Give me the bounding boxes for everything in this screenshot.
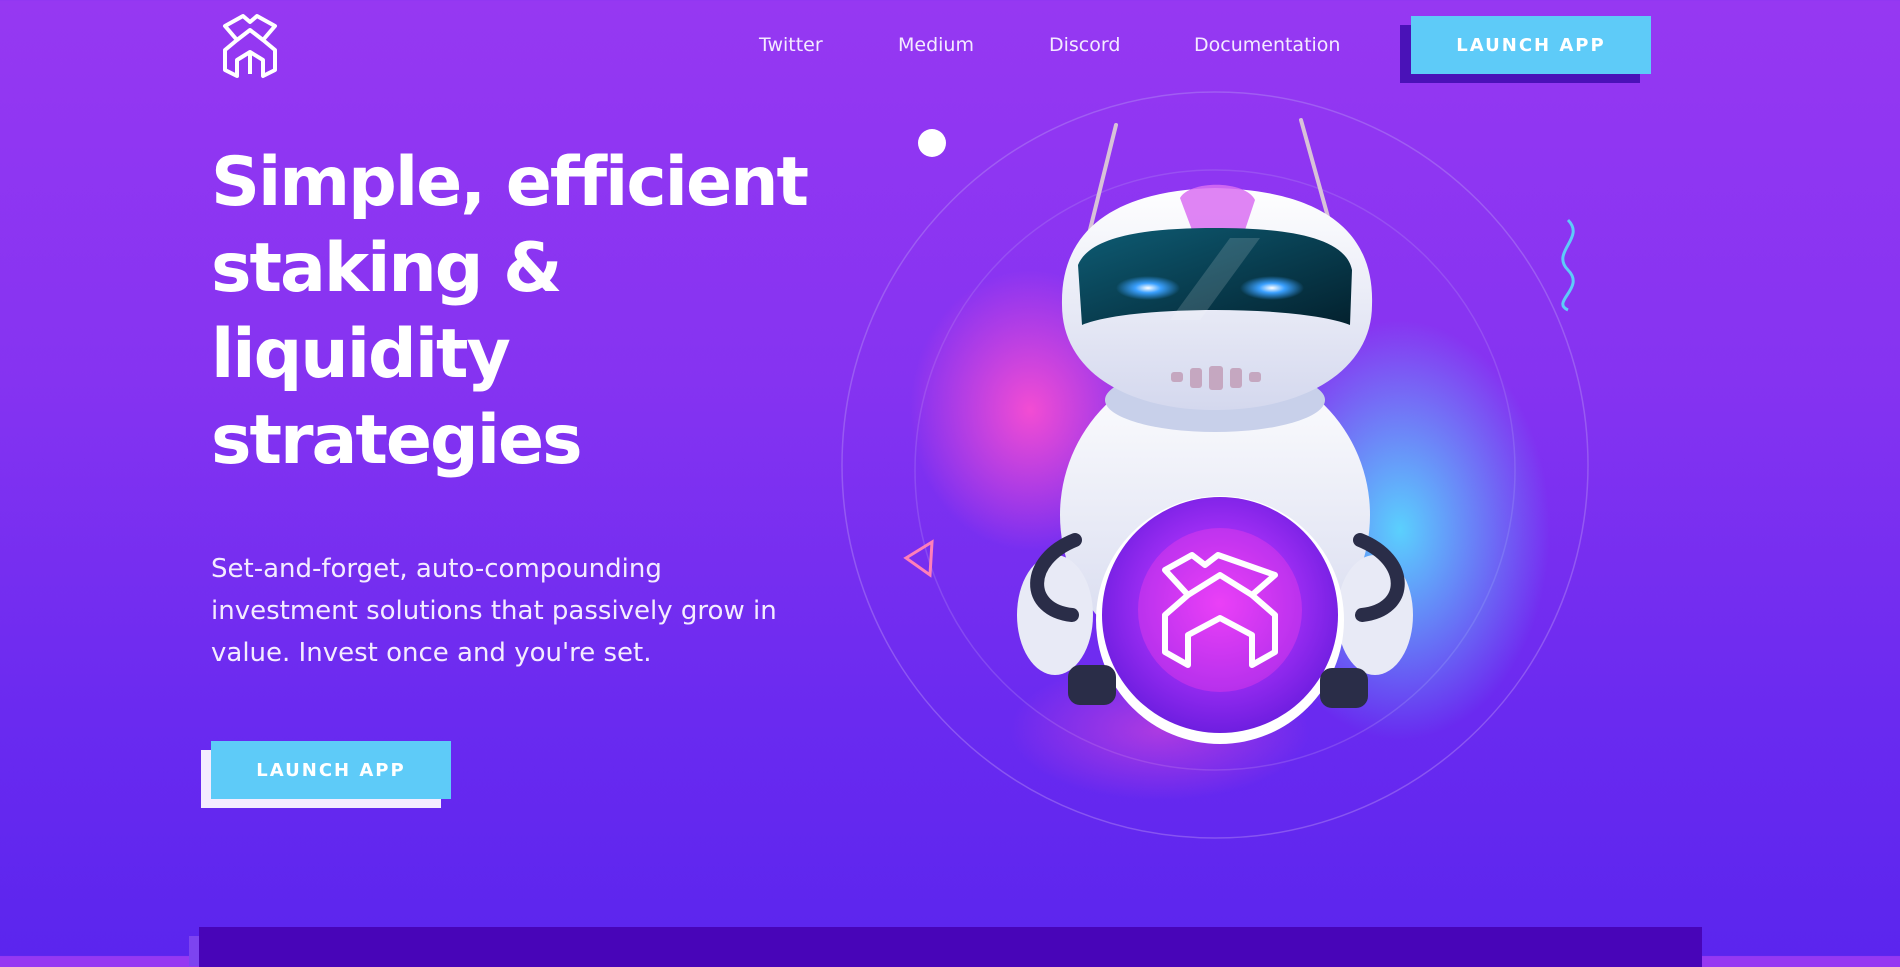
- hero-subtitle: Set-and-forget, auto-compounding investm…: [211, 554, 777, 668]
- hero-launch-app-button[interactable]: LAUNCH APP: [211, 741, 451, 799]
- hero-title: Simple, efficient staking & liquidity st…: [211, 143, 809, 480]
- nav-link-twitter[interactable]: Twitter: [759, 34, 823, 56]
- hero-launch-app: LAUNCH APP: [201, 741, 451, 808]
- bottom-panel-accent: [189, 936, 199, 966]
- robot-eye-right: [1240, 276, 1304, 300]
- nav-link-medium[interactable]: Medium: [898, 34, 974, 56]
- nav-link-discord[interactable]: Discord: [1049, 34, 1120, 56]
- robot-illustration: [760, 70, 1660, 890]
- robot-claw-right: [1320, 668, 1368, 708]
- robot-claw-left: [1068, 665, 1116, 705]
- nav-link-documentation[interactable]: Documentation: [1194, 34, 1340, 56]
- robot-eye-left: [1116, 276, 1180, 300]
- brand-logo-icon[interactable]: [219, 10, 281, 80]
- head-stripe: [1180, 184, 1255, 230]
- launch-app-button[interactable]: LAUNCH APP: [1411, 16, 1651, 74]
- squiggle-decoration: [1561, 218, 1575, 312]
- orbit-dot: [918, 129, 946, 157]
- bottom-panel: [199, 927, 1702, 967]
- header-launch-app: LAUNCH APP: [1400, 16, 1651, 83]
